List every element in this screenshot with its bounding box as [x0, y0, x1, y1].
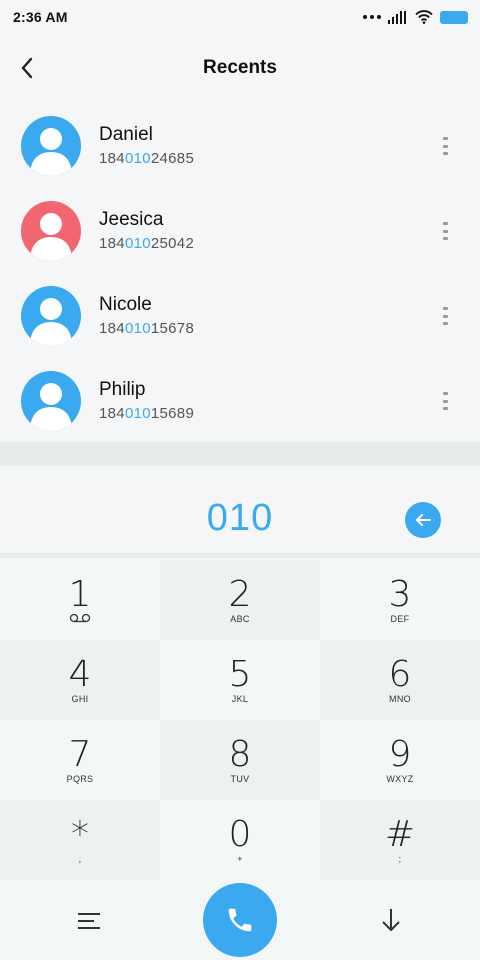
- key-digit: #: [384, 814, 416, 855]
- key-0[interactable]: 0 +: [160, 800, 320, 880]
- collapse-keypad-button[interactable]: [376, 904, 406, 936]
- call-button[interactable]: [203, 883, 277, 957]
- avatar: [21, 285, 81, 346]
- key-digit: 7: [68, 734, 92, 775]
- arrow-left-circle-icon: [416, 514, 431, 526]
- contact-number: 18401024685: [99, 149, 195, 167]
- key-letters: +: [237, 854, 243, 864]
- key-5[interactable]: 5 JKL: [160, 640, 320, 720]
- battery-icon: [440, 10, 468, 24]
- more-dots-icon: [363, 15, 381, 19]
- status-time: 2:36 AM: [13, 9, 68, 25]
- key-letters: TUV: [230, 774, 250, 784]
- bottom-bar: [0, 880, 480, 960]
- entered-number: 010: [206, 496, 274, 539]
- key-letters: JKL: [231, 694, 249, 704]
- arrow-down-icon: [382, 909, 400, 931]
- key-7[interactable]: 7 PQRS: [0, 720, 160, 800]
- key-digit: 2: [228, 574, 252, 615]
- person-icon: [30, 212, 72, 261]
- contact-name: Daniel: [99, 123, 153, 145]
- keypad: 1 2 ABC 3 DEF 4 GHI 5 JKL 6 MNO 7 PQRS 8…: [0, 560, 480, 880]
- contact-more-button[interactable]: [436, 222, 454, 240]
- key-digit: 3: [388, 574, 412, 615]
- key-digit: 6: [388, 654, 412, 695]
- contact-name: Jeesica: [99, 208, 164, 230]
- key-digit: 1: [68, 574, 92, 615]
- contact-item-nicole[interactable]: Nicole 18401015678: [0, 273, 480, 358]
- number-match: 010: [124, 149, 151, 167]
- key-digit: 0: [228, 814, 252, 855]
- keypad-top-divider: [0, 553, 480, 558]
- key-6[interactable]: 6 MNO: [320, 640, 480, 720]
- key-letters: WXYZ: [386, 774, 414, 784]
- number-match: 010: [124, 319, 151, 337]
- key-8[interactable]: 8 TUV: [160, 720, 320, 800]
- header: Recents: [0, 40, 480, 96]
- key-letters: GHI: [71, 694, 89, 704]
- key-digit: 5: [228, 654, 252, 695]
- key-digit: 9: [388, 734, 412, 775]
- section-divider: [0, 442, 480, 466]
- key-3[interactable]: 3 DEF: [320, 560, 480, 640]
- contact-more-button[interactable]: [436, 137, 454, 155]
- key-letters: DEF: [390, 614, 410, 624]
- contact-item-daniel[interactable]: Daniel 18401024685: [0, 103, 480, 188]
- avatar: [21, 200, 81, 261]
- chevron-left-icon: [21, 57, 33, 79]
- recents-list: Daniel 18401024685 Jeesica 18401025042 N…: [0, 103, 480, 443]
- dial-display: 010: [0, 480, 480, 556]
- contact-number: 18401015689: [99, 404, 195, 422]
- status-bar: 2:36 AM: [0, 0, 480, 34]
- key-hash[interactable]: # ;: [320, 800, 480, 880]
- contact-item-philip[interactable]: Philip 18401015689: [0, 358, 480, 443]
- person-icon: [30, 382, 72, 431]
- key-1[interactable]: 1: [0, 560, 160, 640]
- avatar: [21, 370, 81, 431]
- key-letters: PQRS: [66, 774, 94, 784]
- key-digit: *: [71, 814, 89, 855]
- voicemail-icon: [69, 613, 91, 623]
- signal-icon: [388, 10, 406, 24]
- back-button[interactable]: [12, 53, 42, 83]
- backspace-button[interactable]: [405, 502, 441, 538]
- wifi-icon: [415, 10, 433, 24]
- key-letters: ABC: [230, 614, 250, 624]
- contact-more-button[interactable]: [436, 307, 454, 325]
- menu-icon: [78, 913, 100, 929]
- contact-number: 18401015678: [99, 319, 195, 337]
- contact-name: Philip: [99, 378, 146, 400]
- contact-number: 18401025042: [99, 234, 195, 252]
- number-match: 010: [124, 234, 151, 252]
- person-icon: [30, 297, 72, 346]
- contact-item-jeesica[interactable]: Jeesica 18401025042: [0, 188, 480, 273]
- key-digit: 4: [68, 654, 92, 695]
- key-9[interactable]: 9 WXYZ: [320, 720, 480, 800]
- page-title: Recents: [203, 57, 277, 78]
- contact-more-button[interactable]: [436, 392, 454, 410]
- avatar: [21, 115, 81, 176]
- status-icons: [363, 10, 468, 24]
- number-match: 010: [124, 404, 151, 422]
- menu-button[interactable]: [74, 906, 104, 936]
- key-digit: 8: [228, 734, 252, 775]
- person-icon: [30, 127, 72, 176]
- key-letters: ;: [398, 854, 402, 864]
- contact-name: Nicole: [99, 293, 152, 315]
- key-star[interactable]: * ,: [0, 800, 160, 880]
- key-4[interactable]: 4 GHI: [0, 640, 160, 720]
- key-letters: ,: [78, 854, 82, 864]
- key-2[interactable]: 2 ABC: [160, 560, 320, 640]
- key-letters: MNO: [389, 694, 411, 704]
- phone-icon: [228, 908, 252, 932]
